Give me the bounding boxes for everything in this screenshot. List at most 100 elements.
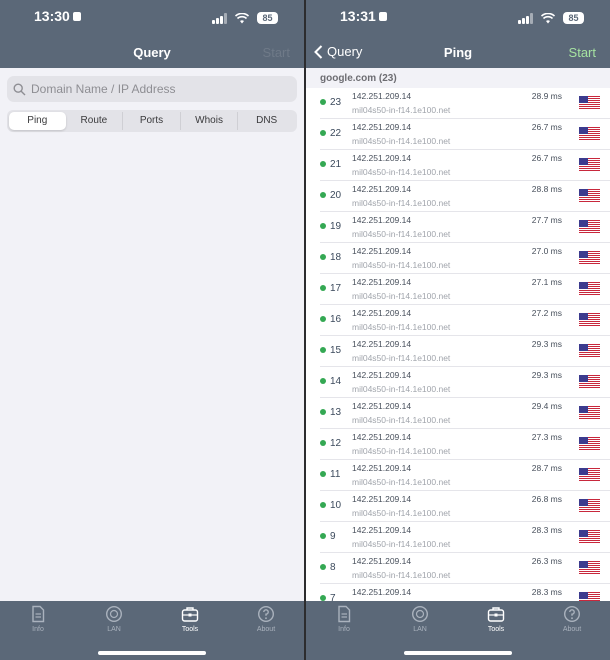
ping-result-row[interactable]: 19 142.251.209.14 mil04s50-in-f14.1e100.ne… — [320, 212, 610, 243]
status-indicators: 85 — [212, 12, 278, 24]
ping-result-row[interactable]: 16 142.251.209.14 mil04s50-in-f14.1e100.ne… — [320, 305, 610, 336]
ping-screen: 13:31 85 Query Ping Start google.com (23… — [306, 0, 610, 660]
hostname: mil04s50-in-f14.1e100.net — [352, 260, 451, 270]
tab-info-label: Info — [32, 626, 44, 633]
status-dot-icon — [320, 192, 326, 198]
hostname: mil04s50-in-f14.1e100.net — [352, 198, 451, 208]
status-dot-icon — [320, 130, 326, 136]
hostname: mil04s50-in-f14.1e100.net — [352, 477, 451, 487]
search-field[interactable] — [7, 76, 297, 102]
tab-info[interactable]: Info — [306, 605, 382, 641]
tab-lan[interactable]: LAN — [382, 605, 458, 641]
segment-ports[interactable]: Ports — [123, 112, 181, 130]
status-dot-icon — [320, 409, 326, 415]
sequence-number: 13 — [330, 407, 342, 418]
hostname: mil04s50-in-f14.1e100.net — [352, 105, 451, 115]
wifi-icon — [541, 12, 555, 23]
latency: 26.7 ms — [531, 122, 562, 132]
us-flag-icon — [579, 220, 600, 234]
nav-title: Ping — [443, 45, 473, 60]
ip-address: 142.251.209.14 — [352, 153, 412, 163]
tab-about[interactable]: About — [534, 605, 610, 641]
ip-address: 142.251.209.14 — [352, 215, 412, 225]
status-dot-icon — [320, 440, 326, 446]
ip-address: 142.251.209.14 — [352, 246, 412, 256]
latency: 29.3 ms — [531, 339, 562, 349]
ip-address: 142.251.209.14 — [352, 91, 412, 101]
ping-result-row[interactable]: 8 142.251.209.14 mil04s50-in-f14.1e100.net… — [320, 553, 610, 584]
sequence-number: 14 — [330, 376, 342, 387]
stage: 13:30 85 Query Start Ping Route Ports Wh… — [0, 0, 610, 660]
tab-about[interactable]: About — [228, 605, 304, 641]
us-flag-icon — [579, 499, 600, 513]
segment-whois[interactable]: Whois — [181, 112, 239, 130]
question-icon — [257, 605, 275, 623]
latency: 27.2 ms — [531, 308, 562, 318]
ping-result-row[interactable]: 22 142.251.209.14 mil04s50-in-f14.1e100.ne… — [320, 119, 610, 150]
tab-info-label: Info — [338, 626, 350, 633]
tab-about-label: About — [256, 626, 276, 633]
us-flag-icon — [579, 406, 600, 420]
tab-about-label: About — [562, 626, 582, 633]
segment-route[interactable]: Route — [66, 112, 124, 130]
ping-result-row[interactable]: 18 142.251.209.14 mil04s50-in-f14.1e100.ne… — [320, 243, 610, 274]
sequence-number: 9 — [330, 531, 336, 542]
us-flag-icon — [579, 189, 600, 203]
start-button[interactable]: Start — [263, 45, 290, 60]
search-input[interactable] — [31, 82, 271, 96]
latency: 27.0 ms — [531, 246, 562, 256]
sequence-number: 8 — [330, 562, 336, 573]
sequence-number: 21 — [330, 159, 342, 170]
ping-result-row[interactable]: 20 142.251.209.14 mil04s50-in-f14.1e100.ne… — [320, 181, 610, 212]
ping-result-row[interactable]: 14 142.251.209.14 mil04s50-in-f14.1e100.ne… — [320, 367, 610, 398]
hostname: mil04s50-in-f14.1e100.net — [352, 136, 451, 146]
ping-result-row[interactable]: 11 142.251.209.14 mil04s50-in-f14.1e100.ne… — [320, 460, 610, 491]
sequence-number: 12 — [330, 438, 342, 449]
ping-result-row[interactable]: 9 142.251.209.14 mil04s50-in-f14.1e100.net… — [320, 522, 610, 553]
tab-info[interactable]: Info — [0, 605, 76, 641]
tab-tools[interactable]: Tools — [152, 605, 228, 641]
ping-result-row[interactable]: 10 142.251.209.14 mil04s50-in-f14.1e100.ne… — [320, 491, 610, 522]
ip-address: 142.251.209.14 — [352, 308, 412, 318]
us-flag-icon — [579, 313, 600, 327]
sequence-number: 22 — [330, 128, 342, 139]
tab-tools-label: Tools — [487, 626, 505, 633]
status-time: 13:30 — [34, 8, 81, 24]
ip-address: 142.251.209.14 — [352, 277, 412, 287]
us-flag-icon — [579, 530, 600, 544]
tab-tools[interactable]: Tools — [458, 605, 534, 641]
latency: 26.7 ms — [531, 153, 562, 163]
ping-result-row[interactable]: 15 142.251.209.14 mil04s50-in-f14.1e100.ne… — [320, 336, 610, 367]
home-indicator[interactable] — [404, 651, 512, 655]
sequence-number: 18 — [330, 252, 342, 263]
status-dot-icon — [320, 254, 326, 260]
status-dot-icon — [320, 99, 326, 105]
segment-dns[interactable]: DNS — [238, 112, 295, 130]
network-icon — [105, 605, 123, 623]
ping-result-row[interactable]: 23 142.251.209.14 mil04s50-in-f14.1e100.ne… — [320, 88, 610, 119]
latency: 27.1 ms — [531, 277, 562, 287]
ip-address: 142.251.209.14 — [352, 370, 412, 380]
ping-result-row[interactable]: 17 142.251.209.14 mil04s50-in-f14.1e100.ne… — [320, 274, 610, 305]
us-flag-icon — [579, 158, 600, 172]
ping-result-row[interactable]: 13 142.251.209.14 mil04s50-in-f14.1e100.ne… — [320, 398, 610, 429]
toolbox-icon — [181, 607, 199, 622]
ip-address: 142.251.209.14 — [352, 494, 412, 504]
latency: 28.9 ms — [531, 91, 562, 101]
tab-tools-label: Tools — [181, 626, 199, 633]
start-button[interactable]: Start — [569, 45, 596, 60]
us-flag-icon — [579, 251, 600, 265]
status-dot-icon — [320, 316, 326, 322]
sequence-number: 19 — [330, 221, 342, 232]
hostname: mil04s50-in-f14.1e100.net — [352, 508, 451, 518]
ping-result-row[interactable]: 12 142.251.209.14 mil04s50-in-f14.1e100.ne… — [320, 429, 610, 460]
tab-lan[interactable]: LAN — [76, 605, 152, 641]
hostname: mil04s50-in-f14.1e100.net — [352, 384, 451, 394]
battery-icon: 85 — [257, 12, 278, 24]
home-indicator[interactable] — [98, 651, 206, 655]
latency: 28.3 ms — [531, 525, 562, 535]
status-time-text: 13:31 — [340, 8, 376, 24]
segment-ping[interactable]: Ping — [9, 112, 66, 130]
status-time-text: 13:30 — [34, 8, 70, 24]
ping-result-row[interactable]: 21 142.251.209.14 mil04s50-in-f14.1e100.ne… — [320, 150, 610, 181]
